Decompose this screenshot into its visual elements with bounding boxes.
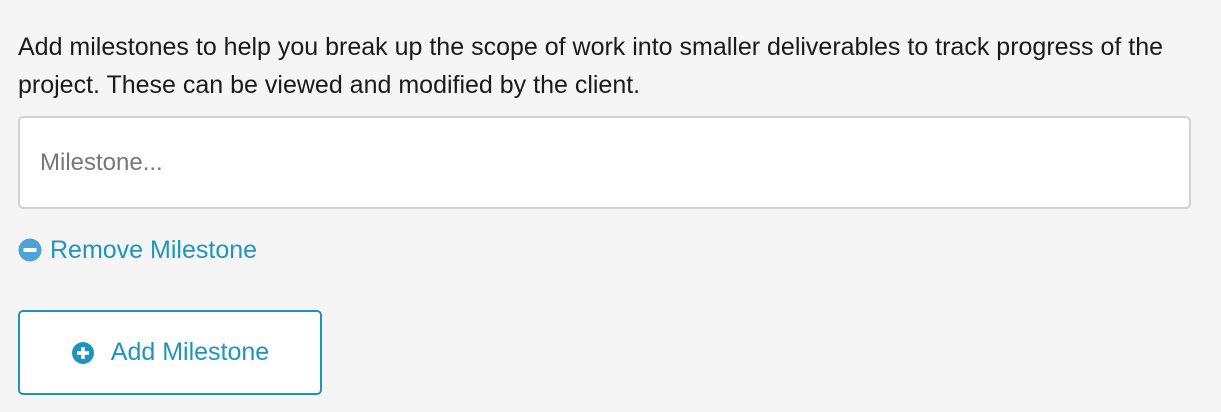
milestones-section: Add milestones to help you break up the … xyxy=(0,0,1221,412)
milestones-description: Add milestones to help you break up the … xyxy=(18,33,1164,99)
add-milestone-label: Add Milestone xyxy=(110,338,270,366)
add-milestone-button[interactable]: Add Milestone xyxy=(18,310,322,395)
milestone-input[interactable] xyxy=(18,116,1191,209)
plus-circle-icon xyxy=(71,341,95,365)
remove-milestone-link[interactable]: Remove Milestone xyxy=(18,234,257,266)
minus-circle-icon xyxy=(18,238,42,262)
remove-milestone-label: Remove Milestone xyxy=(50,235,258,264)
